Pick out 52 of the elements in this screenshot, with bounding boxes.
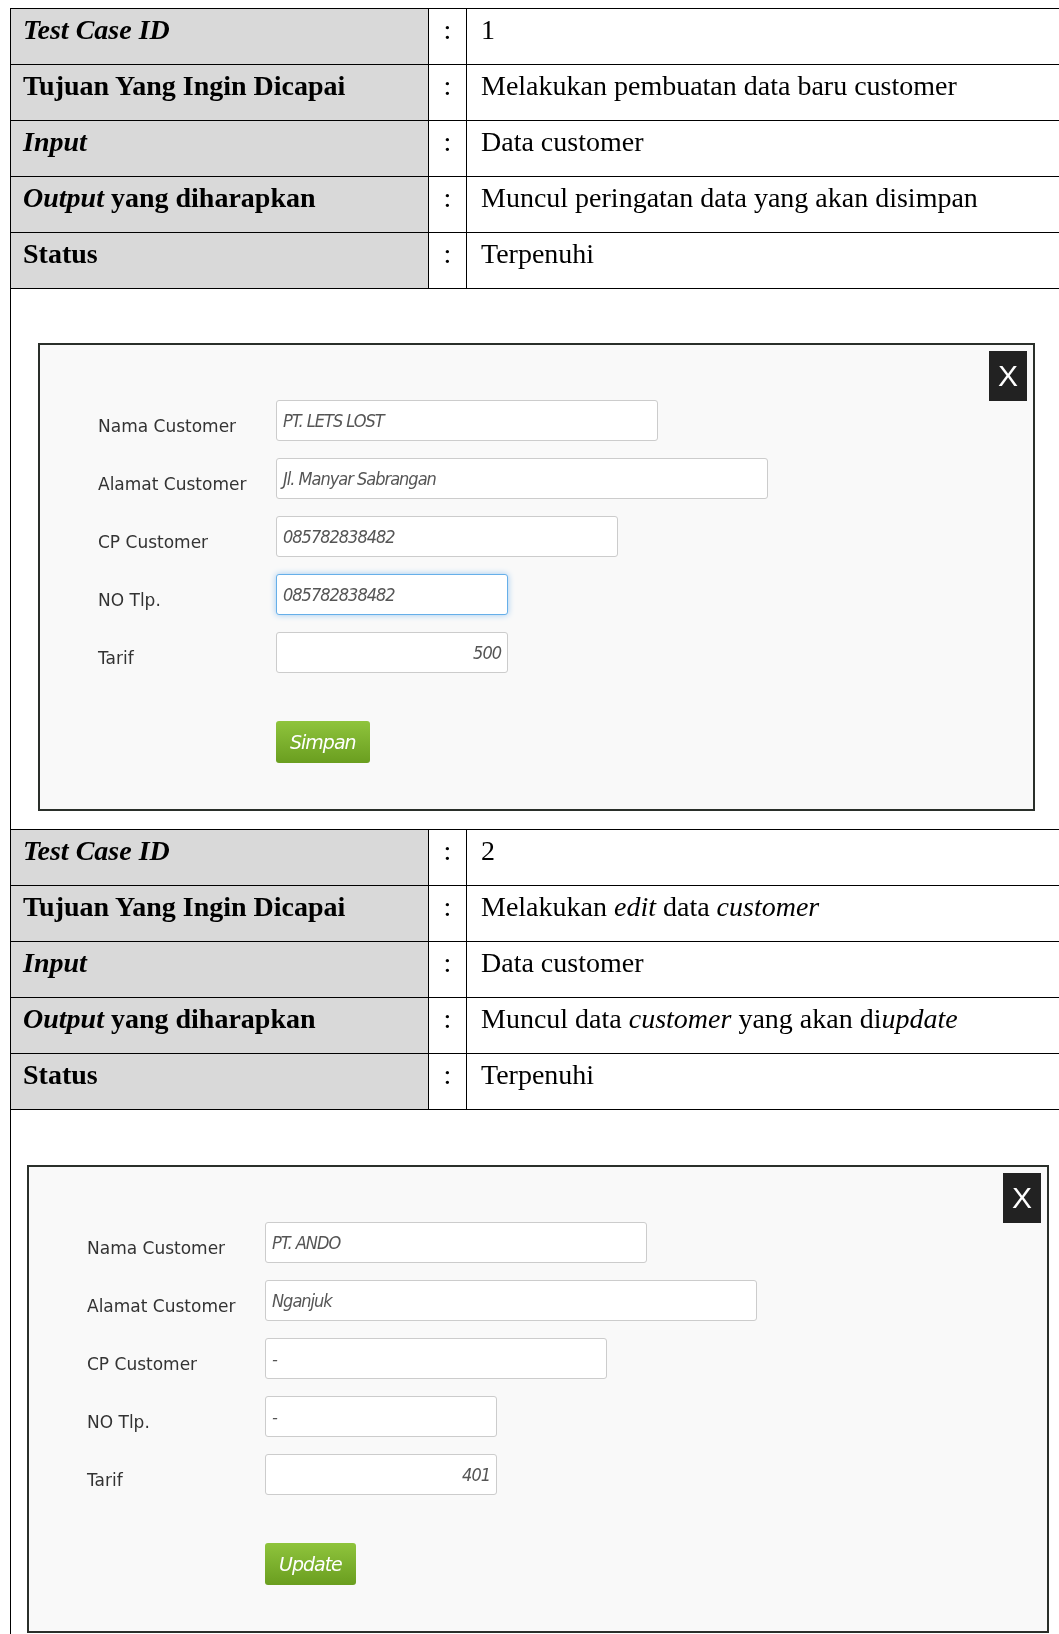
input-field[interactable]: - <box>265 1337 607 1379</box>
separator-colon: : <box>429 998 467 1053</box>
row-value: Melakukan pembuatan data baru customer <box>480 69 958 103</box>
separator-colon: : <box>429 233 467 288</box>
field-label: Alamat Customer <box>98 473 248 497</box>
input-field[interactable]: 085782838482 <box>276 573 508 615</box>
row-value: Muncul peringatan data yang akan disimpan <box>480 181 979 215</box>
row-label: Status <box>11 233 429 288</box>
separator-colon: : <box>429 830 467 885</box>
row-label: Output yang diharapkan <box>11 177 429 232</box>
input-field[interactable]: - <box>265 1395 497 1437</box>
row-value: Terpenuhi <box>480 237 596 271</box>
row-label: Tujuan Yang Ingin Dicapai <box>11 886 429 941</box>
field-label: Nama Customer <box>87 1237 227 1261</box>
field-label: Tarif <box>87 1469 124 1493</box>
separator-colon: : <box>429 1054 467 1109</box>
row-label: Test Case ID <box>11 9 429 64</box>
row-value: 1 <box>480 13 496 47</box>
input-field[interactable]: PT. LETS LOST <box>276 399 658 441</box>
field-label: CP Customer <box>87 1353 199 1377</box>
field-label: CP Customer <box>98 531 210 555</box>
separator-colon: : <box>429 942 467 997</box>
separator-colon: : <box>429 886 467 941</box>
input-field[interactable]: 500 <box>276 631 508 673</box>
separator-colon: : <box>429 121 467 176</box>
input-field[interactable]: 401 <box>265 1453 497 1495</box>
separator-colon: : <box>429 65 467 120</box>
row-label: Status <box>11 1054 429 1109</box>
field-label: NO Tlp. <box>87 1411 151 1435</box>
field-label: Tarif <box>98 647 135 671</box>
row-value: 2 <box>480 834 496 868</box>
row-value: Data customer <box>480 125 645 159</box>
row-value: Data customer <box>480 946 645 980</box>
input-field[interactable]: 085782838482 <box>276 515 618 557</box>
row-value: Melakukan edit data customer <box>480 890 821 924</box>
input-field[interactable]: Nganjuk <box>265 1279 757 1321</box>
separator-colon: : <box>429 9 467 64</box>
close-button[interactable]: X <box>1003 1173 1041 1223</box>
row-label: Input <box>11 942 429 997</box>
separator-colon: : <box>429 177 467 232</box>
row-value: Muncul data customer yang akan diupdate <box>480 1002 959 1036</box>
input-field[interactable]: Jl. Manyar Sabrangan <box>276 457 768 499</box>
row-label: Tujuan Yang Ingin Dicapai <box>11 65 429 120</box>
close-button[interactable]: X <box>989 351 1027 401</box>
row-label: Input <box>11 121 429 176</box>
field-label: Nama Customer <box>98 415 238 439</box>
row-label: Output yang diharapkan <box>11 998 429 1053</box>
field-label: Alamat Customer <box>87 1295 237 1319</box>
field-label: NO Tlp. <box>98 589 162 613</box>
input-field[interactable]: PT. ANDO <box>265 1221 647 1263</box>
row-label: Test Case ID <box>11 830 429 885</box>
row-value: Terpenuhi <box>480 1058 596 1092</box>
